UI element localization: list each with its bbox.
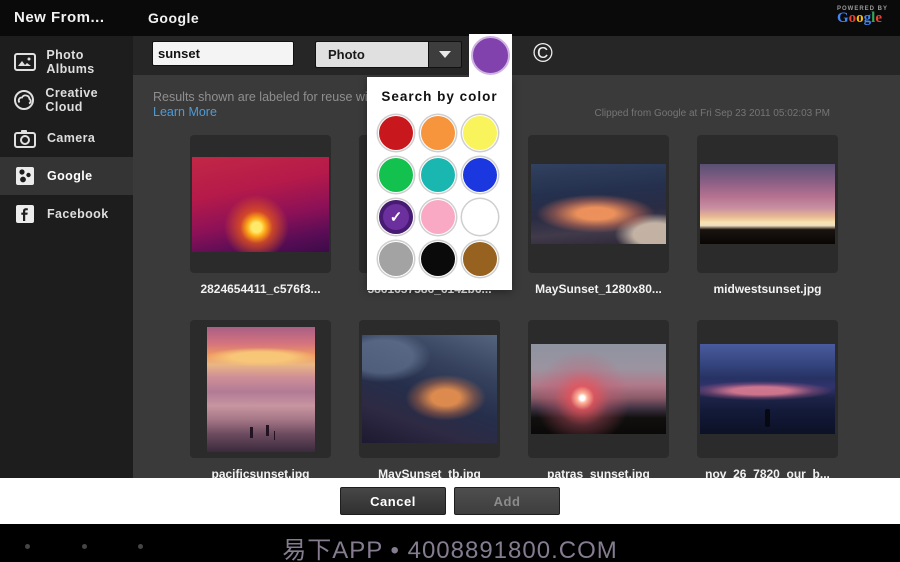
photo-thumbnail [531, 344, 666, 434]
google-logo: Google [837, 14, 888, 23]
color-swatch-pink[interactable] [421, 200, 455, 234]
add-button[interactable]: Add [454, 487, 560, 515]
bottom-bar: 易下APP • 4008891800.COM [0, 524, 900, 562]
license-notice-text: Results shown are labeled for reuse with [153, 90, 378, 104]
photo-card-patrassunset[interactable] [528, 320, 669, 458]
learn-more-link[interactable]: Learn More [153, 105, 378, 120]
sidebar-item-label: Photo Albums [46, 48, 133, 76]
color-swatch-green[interactable] [379, 158, 413, 192]
color-popup-title: Search by color [367, 77, 512, 104]
panel-title: Google [148, 10, 199, 26]
sidebar-item-facebook[interactable]: Facebook [0, 195, 133, 233]
type-select-value: Photo [315, 41, 428, 68]
color-swatch-gray[interactable] [379, 242, 413, 276]
app: New From... Google POWERED BY Google Pho… [0, 0, 900, 562]
color-swatch-red[interactable] [379, 116, 413, 150]
selected-color-swatch [471, 36, 510, 75]
sidebar-item-google[interactable]: Google [0, 157, 133, 195]
photo-card-pacificsunse[interactable] [190, 320, 331, 458]
color-popup: Search by color ✓ [367, 77, 512, 290]
content-toolbar: Photo © [133, 36, 900, 75]
sidebar-item-label: Google [47, 169, 92, 183]
photo-card-nov267820our[interactable] [697, 320, 838, 458]
photo-thumbnail [192, 157, 329, 252]
photo-albums-icon [13, 53, 36, 71]
creative-cloud-icon [13, 89, 35, 111]
cancel-button[interactable]: Cancel [340, 487, 446, 515]
clipped-timestamp: Clipped from Google at Fri Sep 23 2011 0… [594, 108, 830, 119]
google-logo-letter: e [875, 10, 882, 26]
photo-caption: 2824654411_c576f3... [190, 282, 331, 296]
google-logo-letter: G [837, 10, 849, 26]
photo-caption: MaySunset_tb.jpg [359, 467, 500, 478]
photo-caption: pacificsunset.jpg [190, 467, 331, 478]
sidebar: Photo Albums Creative Cloud Camera Googl… [0, 36, 133, 478]
check-icon: ✓ [390, 208, 403, 226]
sidebar-item-label: Facebook [47, 207, 109, 221]
color-swatch-grid: ✓ [379, 116, 497, 276]
photo-thumbnail [531, 164, 666, 244]
photo-card-MaySunset128[interactable] [528, 135, 669, 273]
copyright-filter-icon[interactable]: © [533, 40, 553, 67]
top-bar: New From... Google POWERED BY Google [0, 0, 900, 36]
camera-icon [13, 129, 37, 148]
photo-caption: patras_sunset.jpg [528, 467, 669, 478]
footer-bar: Cancel Add [0, 478, 900, 524]
photo-thumbnail [207, 327, 315, 452]
photo-result: pacificsunset.jpg [190, 320, 331, 478]
powered-by-google: POWERED BY Google [837, 5, 888, 23]
photo-result: midwestsunset.jpg [697, 135, 838, 296]
photo-result: MaySunset_tb.jpg [359, 320, 500, 478]
photo-card-2824654411c5[interactable] [190, 135, 331, 273]
sidebar-item-label: Camera [47, 131, 95, 145]
google-logo-letter: o [856, 10, 864, 26]
type-select[interactable]: Photo [315, 41, 462, 68]
photo-caption: midwestsunset.jpg [697, 282, 838, 296]
photo-card-midwestsunse[interactable] [697, 135, 838, 273]
photo-caption: nov_26_7820_our_b... [697, 467, 838, 478]
photo-thumbnail [362, 335, 497, 443]
color-swatch-blue[interactable] [463, 158, 497, 192]
color-filter-chip[interactable] [469, 34, 512, 77]
sidebar-item-creative-cloud[interactable]: Creative Cloud [0, 81, 133, 119]
search-input[interactable] [152, 41, 294, 66]
color-swatch-black[interactable] [421, 242, 455, 276]
license-notice: Results shown are labeled for reuse with… [153, 90, 378, 120]
color-swatch-teal[interactable] [421, 158, 455, 192]
sidebar-item-camera[interactable]: Camera [0, 119, 133, 157]
photo-thumbnail [700, 164, 835, 244]
chevron-down-icon[interactable] [428, 41, 462, 68]
watermark-text: 易下APP • 4008891800.COM [0, 530, 900, 562]
photo-result: 2824654411_c576f3... [190, 135, 331, 296]
color-swatch-orange[interactable] [421, 116, 455, 150]
photo-result: patras_sunset.jpg [528, 320, 669, 478]
sidebar-item-photo-albums[interactable]: Photo Albums [0, 43, 133, 81]
photo-thumbnail [700, 344, 835, 434]
results-area: Results shown are labeled for reuse with… [133, 75, 900, 478]
color-swatch-brown[interactable] [463, 242, 497, 276]
color-swatch-white[interactable] [463, 200, 497, 234]
color-swatch-yellow[interactable] [463, 116, 497, 150]
window-title: New From... [14, 9, 105, 26]
photo-card-MaySunsettbj[interactable] [359, 320, 500, 458]
photo-result: MaySunset_1280x80... [528, 135, 669, 296]
google-icon [13, 166, 37, 186]
color-swatch-purple[interactable]: ✓ [379, 200, 413, 234]
sidebar-item-label: Creative Cloud [45, 86, 133, 114]
facebook-icon [13, 204, 37, 224]
photo-caption: MaySunset_1280x80... [528, 282, 669, 296]
photo-result: nov_26_7820_our_b... [697, 320, 838, 478]
